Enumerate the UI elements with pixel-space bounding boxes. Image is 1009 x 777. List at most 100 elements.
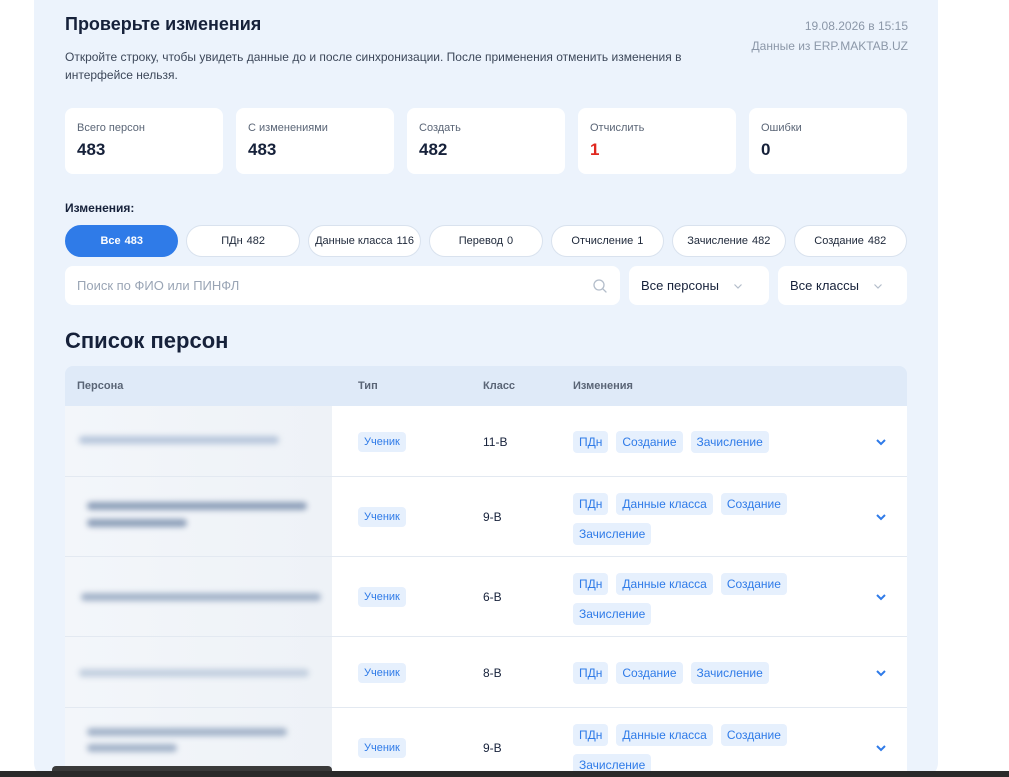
chevron-down-icon — [874, 283, 882, 289]
person-name-redacted — [65, 637, 332, 707]
change-tag: Зачисление — [690, 662, 769, 684]
chip-label: Данные класса — [315, 235, 393, 247]
change-tags: ПДн Данные класса Создание Зачисление — [573, 724, 833, 776]
person-name-redacted — [65, 477, 332, 556]
col-person: Персона — [77, 380, 124, 392]
change-tag: ПДн — [573, 493, 609, 515]
stat-value: 0 — [761, 140, 771, 159]
type-badge: Ученик — [358, 663, 406, 683]
classes-select-value: Все классы — [790, 278, 860, 293]
stat-total: Всего персон 483 — [65, 108, 223, 174]
changes-label: Изменения: — [65, 201, 135, 215]
chip-label: Все — [100, 235, 121, 247]
change-tags: ПДн Данные класса Создание Зачисление — [573, 493, 833, 545]
table-row[interactable]: Ученик 11-В ПДн Создание Зачисление — [65, 406, 907, 477]
class-cell: 11-В — [483, 435, 508, 449]
change-filters: Все 483 ПДн 482 Данные класса 116 Перево… — [65, 225, 907, 257]
sync-source: Данные из ERP.MAKTAB.UZ — [751, 39, 908, 53]
expand-chevron-icon[interactable] — [875, 436, 887, 448]
table-header: Персона Тип Класс Изменения — [65, 366, 907, 406]
filter-chip-all[interactable]: Все 483 — [65, 225, 179, 257]
chip-count: 0 — [507, 235, 514, 247]
search-icon — [593, 278, 607, 293]
expand-chevron-icon[interactable] — [875, 591, 887, 603]
search-placeholder: Поиск по ФИО или ПИНФЛ — [77, 278, 240, 293]
change-tags: ПДн Создание Зачисление — [573, 431, 833, 453]
filter-chip-pdn[interactable]: ПДн 482 — [186, 225, 300, 257]
change-tag: Создание — [616, 662, 683, 684]
header: Проверьте изменения Откройте строку, что… — [65, 14, 908, 82]
stat-changed: С изменениями 483 — [236, 108, 394, 174]
change-tag: Данные класса — [616, 493, 713, 515]
col-class: Класс — [483, 380, 516, 392]
person-name-redacted — [65, 406, 332, 476]
type-badge: Ученик — [358, 432, 406, 452]
chip-label: Отчисление — [571, 235, 634, 247]
table-row[interactable]: Ученик 9-В ПДн Данные класса Создание За… — [65, 477, 907, 557]
class-cell: 8-В — [483, 666, 502, 680]
change-tag: ПДн — [573, 724, 609, 746]
change-tag: Данные класса — [616, 573, 713, 595]
type-badge: Ученик — [358, 507, 406, 527]
type-badge: Ученик — [358, 738, 406, 758]
chip-count: 482 — [752, 235, 771, 247]
stat-value: 483 — [248, 140, 277, 159]
stat-label: Отчислить — [590, 122, 645, 134]
chip-label: Создание — [814, 235, 864, 247]
stat-expel: Отчислить 1 — [578, 108, 736, 174]
change-tag: Создание — [720, 724, 787, 746]
chip-count: 483 — [124, 235, 143, 247]
person-name-redacted — [65, 557, 332, 636]
stat-label: С изменениями — [248, 122, 328, 134]
stat-label: Всего персон — [77, 122, 145, 134]
chip-count: 1 — [637, 235, 644, 247]
page-subtitle: Откройте строку, чтобы увидеть данные до… — [65, 50, 682, 82]
filter-chip-transfer[interactable]: Перевод 0 — [429, 225, 543, 257]
persons-select-value: Все персоны — [641, 278, 719, 293]
change-tag: Зачисление — [690, 431, 769, 453]
filter-chip-expel[interactable]: Отчисление 1 — [550, 225, 665, 257]
expand-chevron-icon[interactable] — [875, 511, 887, 523]
screen-bottom-edge — [0, 771, 1009, 777]
stat-errors: Ошибки 0 — [749, 108, 907, 174]
stat-value: 482 — [419, 140, 448, 159]
change-tag: Зачисление — [573, 523, 652, 545]
search-input[interactable]: Поиск по ФИО или ПИНФЛ — [65, 266, 620, 305]
classes-select[interactable]: Все классы — [778, 266, 907, 305]
change-tag: Создание — [720, 573, 787, 595]
chip-count: 116 — [396, 235, 415, 247]
chip-count: 482 — [867, 235, 887, 247]
table-row[interactable]: Ученик 8-В ПДн Создание Зачисление — [65, 637, 907, 708]
col-changes: Изменения — [573, 380, 633, 392]
stat-value: 1 — [590, 140, 600, 159]
sync-meta: 19.08.2026 в 15:15 Данные из ERP.MAKTAB.… — [752, 16, 908, 56]
change-tag: Зачисление — [573, 603, 652, 625]
class-cell: 9-В — [483, 741, 502, 755]
col-type: Тип — [358, 380, 378, 392]
expand-chevron-icon[interactable] — [875, 742, 887, 754]
type-badge: Ученик — [358, 587, 406, 607]
stats-row: Всего персон 483 С изменениями 483 Созда… — [65, 108, 907, 174]
stat-label: Ошибки — [761, 122, 802, 134]
stat-label: Создать — [419, 122, 461, 134]
class-cell: 6-В — [483, 590, 502, 604]
filter-chip-class-data[interactable]: Данные класса 116 — [307, 225, 422, 257]
change-tags: ПДн Данные класса Создание Зачисление — [573, 573, 833, 625]
filter-chip-create[interactable]: Создание 482 — [793, 225, 907, 257]
change-tag: Создание — [616, 431, 683, 453]
change-tag: ПДн — [573, 662, 609, 684]
table-row[interactable]: Ученик 6-В ПДн Данные класса Создание За… — [65, 557, 907, 637]
persons-select[interactable]: Все персоны — [629, 266, 769, 305]
expand-chevron-icon[interactable] — [875, 667, 887, 679]
list-title: Список персон — [65, 328, 229, 353]
chip-count: 482 — [246, 235, 266, 247]
change-tag: Данные класса — [616, 724, 713, 746]
search-row: Поиск по ФИО или ПИНФЛ Все персоны Все к… — [65, 266, 907, 305]
change-tag: ПДн — [573, 431, 609, 453]
chip-label: Перевод — [458, 235, 504, 247]
sync-datetime: 19.08.2026 в 15:15 — [804, 19, 908, 33]
change-tag: ПДн — [573, 573, 609, 595]
filter-chip-enroll[interactable]: Зачисление 482 — [672, 225, 786, 257]
chip-label: ПДн — [221, 235, 243, 247]
chevron-down-icon — [733, 283, 742, 289]
